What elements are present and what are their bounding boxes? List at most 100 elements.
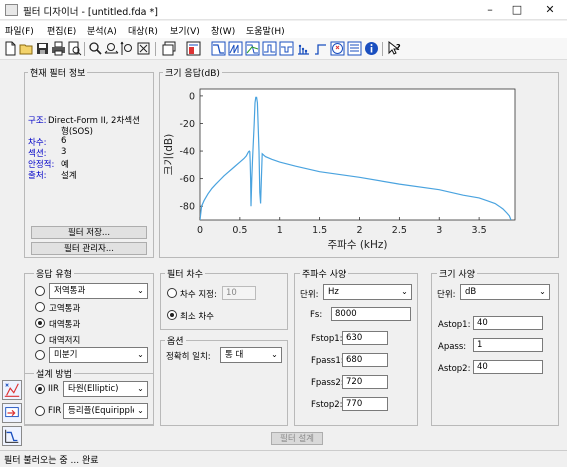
- specify-order-radio[interactable]: [167, 288, 177, 298]
- zoom-x-icon[interactable]: [104, 41, 119, 56]
- chevron-down-icon: ⌄: [536, 285, 549, 299]
- chevron-down-icon: ⌄: [134, 348, 147, 362]
- match-exactly-label: 정확히 일치:: [166, 352, 211, 362]
- y-tick-label: -60: [179, 174, 195, 185]
- new-window-icon[interactable]: [162, 41, 177, 56]
- title-bar: 필터 디자이너 - [untitled.fda *] – □ ✕: [0, 0, 567, 20]
- bandpass-radio[interactable]: [35, 318, 45, 328]
- menu-window[interactable]: 창(W): [211, 24, 235, 37]
- filter-specs-icon[interactable]: [186, 41, 201, 56]
- order-input[interactable]: 10: [222, 286, 256, 300]
- toolbar-separator: [84, 42, 85, 56]
- phase-delay-icon[interactable]: [279, 41, 294, 56]
- y-tick-label: -80: [179, 202, 195, 213]
- mag-units-select[interactable]: dB ⌄: [460, 284, 550, 300]
- open-icon[interactable]: [19, 41, 34, 56]
- info-row: 구조: Direct-Form II, 2차섹션: [28, 116, 140, 126]
- bandstop-label: 대역저지: [49, 336, 81, 346]
- minimum-order-radio[interactable]: [167, 310, 177, 320]
- fstop1-label: Fstop1:: [311, 334, 343, 344]
- group-delay-icon[interactable]: [262, 41, 277, 56]
- filter-info-list: 구조: Direct-Form II, 2차섹션 형(SOS) 차수: 6 섹션: 3…: [28, 114, 152, 181]
- magnitude-response-title: 크기 응답(dB): [163, 66, 222, 79]
- design-filter-icon[interactable]: [2, 426, 22, 446]
- match-exactly-select[interactable]: 통 대 ⌄: [220, 347, 282, 363]
- design-method-title: 설계 방법: [34, 367, 74, 380]
- options-title: 옵션: [165, 334, 186, 347]
- menu-targets[interactable]: 대상(R): [128, 24, 158, 37]
- freq-units-select[interactable]: Hz ⌄: [323, 284, 412, 300]
- magnitude-response-icon[interactable]: [211, 41, 226, 56]
- menu-edit[interactable]: 편집(E): [47, 24, 76, 37]
- print-preview-icon[interactable]: [67, 41, 82, 56]
- step-response-icon[interactable]: [313, 41, 328, 56]
- magnitude-phase-icon[interactable]: [245, 41, 260, 56]
- design-filter-button[interactable]: 필터 설계: [271, 432, 323, 445]
- impulse-response-icon[interactable]: [296, 41, 311, 56]
- chevron-down-icon: ⌄: [268, 348, 281, 362]
- maximize-button[interactable]: □: [504, 2, 530, 18]
- astop1-input[interactable]: 40: [473, 316, 543, 330]
- fir-radio[interactable]: [35, 406, 45, 416]
- highpass-label: 고역통과: [49, 304, 81, 314]
- magnitude-chart[interactable]: 0 0.5 1 1.5 2 2.5 3 3.5 0 -20 -40 -60 -80 주파수 (kHz) 크기…: [160, 80, 558, 256]
- info-row: 출처: 설계: [28, 171, 77, 181]
- info-row: 섹션: 3: [28, 147, 67, 159]
- full-view-icon[interactable]: [136, 41, 151, 56]
- pole-zero-editor-icon[interactable]: [2, 380, 22, 400]
- lowpass-select[interactable]: 저역통과 ⌄: [49, 283, 148, 299]
- x-axis-label: 주파수 (kHz): [328, 239, 388, 251]
- close-button[interactable]: ✕: [537, 2, 563, 18]
- filter-manager-button[interactable]: 필터 관리자...: [31, 242, 147, 255]
- menu-view[interactable]: 보기(V): [170, 24, 200, 37]
- info-icon[interactable]: [364, 41, 379, 56]
- lowpass-radio[interactable]: [35, 286, 45, 296]
- menu-help[interactable]: 도움말(H): [246, 24, 285, 37]
- astop1-label: Astop1:: [438, 320, 471, 330]
- chevron-down-icon: ⌄: [134, 404, 147, 418]
- menu-analysis[interactable]: 분석(A): [87, 24, 117, 37]
- filter-info-title: 현재 필터 정보: [28, 66, 88, 79]
- x-tick-label: 1: [277, 225, 283, 236]
- save-icon[interactable]: [35, 41, 50, 56]
- zoom-in-icon[interactable]: [88, 41, 103, 56]
- menu-file[interactable]: 파일(F): [5, 24, 34, 37]
- coefficients-icon[interactable]: [347, 41, 362, 56]
- pole-zero-icon[interactable]: [330, 41, 345, 56]
- fstop2-label: Fstop2:: [311, 400, 343, 410]
- mag-units-label: 단위:: [437, 290, 456, 300]
- toolbar: ?: [0, 38, 567, 60]
- fpass1-input[interactable]: 680: [342, 353, 388, 367]
- minimize-button[interactable]: –: [477, 2, 503, 18]
- bandpass-label: 대역통과: [49, 320, 81, 330]
- import-filter-icon[interactable]: [2, 403, 22, 423]
- status-bar: 필터 불러오는 중 ... 완료: [0, 450, 567, 467]
- chevron-down-icon: ⌄: [398, 285, 411, 299]
- astop2-input[interactable]: 40: [473, 360, 543, 374]
- new-icon[interactable]: [3, 41, 18, 56]
- print-icon[interactable]: [51, 41, 66, 56]
- app-icon: [5, 4, 18, 16]
- apass-input[interactable]: 1: [473, 338, 543, 352]
- highpass-radio[interactable]: [35, 302, 45, 312]
- info-row: 형(SOS): [61, 127, 93, 137]
- phase-response-icon[interactable]: [228, 41, 243, 56]
- bandstop-radio[interactable]: [35, 334, 45, 344]
- iir-method-select[interactable]: 타원(Elliptic) ⌄: [63, 381, 148, 397]
- fir-label: FIR: [48, 406, 62, 416]
- fstop1-input[interactable]: 630: [342, 331, 388, 345]
- svg-text:?: ?: [396, 43, 401, 52]
- differentiator-radio[interactable]: [35, 350, 45, 360]
- zoom-y-icon[interactable]: [120, 41, 135, 56]
- y-tick-label: -20: [179, 119, 195, 130]
- whats-this-icon[interactable]: ?: [387, 41, 402, 56]
- differentiator-select[interactable]: 미분기 ⌄: [49, 347, 148, 363]
- info-row: 차수: 6: [28, 136, 67, 148]
- fpass2-input[interactable]: 720: [342, 375, 388, 389]
- response-type-title: 응답 유형: [34, 267, 74, 280]
- save-filter-button[interactable]: 필터 저장...: [31, 226, 147, 239]
- fstop2-input[interactable]: 770: [342, 397, 388, 411]
- fs-input[interactable]: 8000: [331, 307, 411, 321]
- iir-radio[interactable]: [35, 384, 45, 394]
- fir-method-select[interactable]: 등리플(Equiripple) ⌄: [63, 403, 148, 419]
